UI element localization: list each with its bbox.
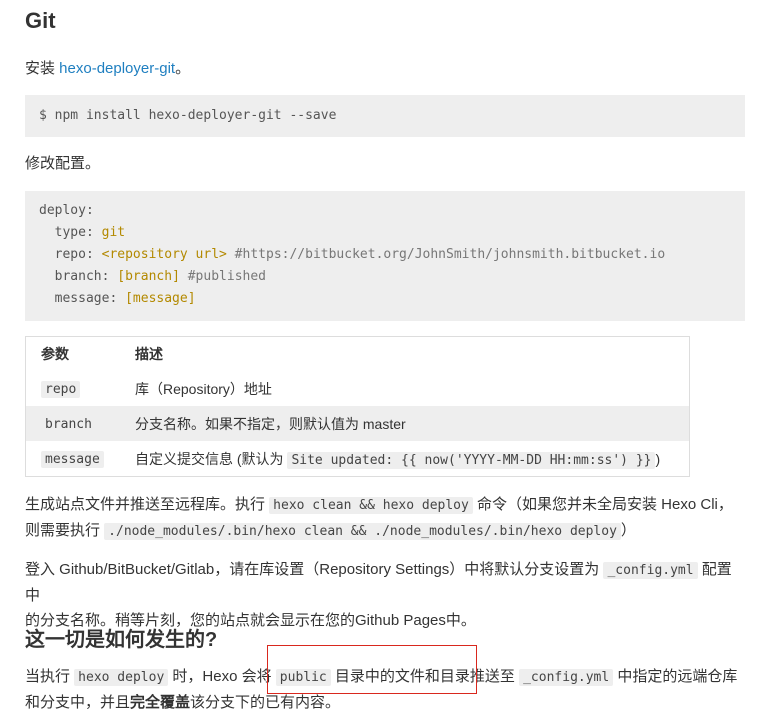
table-header-desc: 描述 <box>135 346 163 362</box>
table-row: message 自定义提交信息 (默认为 Site updated: {{ no… <box>26 441 690 477</box>
code-message-val: [message] <box>125 291 196 306</box>
login-text-1: 登入 Github/BitBucket/Gitlab，请在库设置（Reposit… <box>25 561 604 578</box>
red-highlight-box <box>267 645 477 694</box>
install-command: $ npm install hexo-deployer-git --save <box>39 108 337 123</box>
code-type-key: type: <box>39 225 102 240</box>
install-paragraph: 安装 hexo-deployer-git。 <box>25 56 190 81</box>
table-header-row: 参数 描述 <box>26 337 690 372</box>
code-hexo-deploy: hexo deploy <box>74 669 169 686</box>
param-repo: repo <box>41 381 81 398</box>
desc-message-code: Site updated: {{ now('YYYY-MM-DD HH:mm:s… <box>287 451 656 469</box>
table-header-param: 参数 <box>41 346 69 362</box>
table-row: repo 库（Repository）地址 <box>26 371 690 406</box>
code-type-val: git <box>101 225 126 240</box>
param-branch: branch <box>41 416 96 433</box>
desc-message: 自定义提交信息 (默认为 Site updated: {{ now('YYYY-… <box>120 441 690 477</box>
hexo-deployer-git-link[interactable]: hexo-deployer-git <box>59 60 175 77</box>
config-code-block: deploy: type: git repo: <repository url>… <box>25 191 745 321</box>
code-branch-key: branch: <box>39 269 118 284</box>
code-branch-val: [branch] <box>117 269 180 284</box>
heading-how: 这一切是如何发生的? <box>25 629 218 651</box>
install-code-block: $ npm install hexo-deployer-git --save <box>25 95 745 137</box>
install-suffix: 。 <box>175 60 191 77</box>
config-paragraph: 修改配置。 <box>25 155 101 172</box>
desc-branch: 分支名称。如果不指定，则默认值为 master <box>135 415 406 432</box>
code-repo-key: repo: <box>39 247 102 262</box>
code-message-key: message: <box>39 291 126 306</box>
how-text-2: 时，Hexo 会将 <box>168 668 276 685</box>
parameters-table: 参数 描述 repo 库（Repository）地址 branch 分支名称。如… <box>25 336 690 477</box>
desc-repo: 库（Repository）地址 <box>135 380 272 397</box>
how-text-4: 中指定的远端仓库 <box>613 668 738 685</box>
generate-text-2: 命令（如果您并未全局安装 Hexo Cli， <box>472 496 733 513</box>
login-paragraph: 登入 Github/BitBucket/Gitlab，请在库设置（Reposit… <box>25 557 745 633</box>
how-text-5: 和分支中，并且 <box>25 694 131 711</box>
table-row: branch 分支名称。如果不指定，则默认值为 master <box>25 406 690 441</box>
code-node-modules-hexo: ./node_modules/.bin/hexo clean && ./node… <box>104 523 621 540</box>
desc-message-close: ) <box>655 450 661 467</box>
code-deploy: deploy: <box>39 203 94 218</box>
code-repo-val: <repository url> <box>101 247 227 262</box>
desc-message-text: 自定义提交信息 (默认为 <box>135 450 288 467</box>
generate-text-1: 生成站点文件并推送至远程库。执行 <box>25 496 270 513</box>
how-bold-text: 完全覆盖 <box>130 694 191 711</box>
param-message: message <box>41 451 104 468</box>
generate-paragraph: 生成站点文件并推送至远程库。执行 hexo clean && hexo depl… <box>25 492 745 544</box>
code-hexo-clean-deploy: hexo clean && hexo deploy <box>269 497 473 514</box>
code-branch-comment: #published <box>179 269 266 284</box>
install-text: 安装 <box>25 60 60 77</box>
how-text-6: 该分支下的已有内容。 <box>190 694 341 711</box>
generate-text-4: ） <box>620 522 636 539</box>
generate-text-3: 则需要执行 <box>25 522 105 539</box>
code-repo-comment: #https://bitbucket.org/JohnSmith/johnsmi… <box>226 247 666 262</box>
how-text-1: 当执行 <box>25 668 75 685</box>
code-config-yml-2: _config.yml <box>519 669 614 686</box>
heading-git: Git <box>25 8 56 33</box>
code-config-yml: _config.yml <box>603 562 698 579</box>
